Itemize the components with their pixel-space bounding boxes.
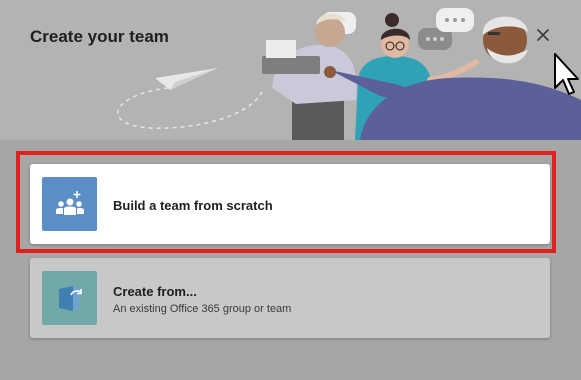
create-from-label: Create from... [113, 284, 197, 299]
copy-from-icon [42, 271, 97, 325]
build-from-scratch-option[interactable]: Build a team from scratch [30, 164, 550, 244]
team-illustration [117, 8, 581, 140]
close-icon[interactable] [532, 24, 554, 46]
mouse-pointer-icon [554, 53, 579, 95]
create-from-option[interactable]: Create from... An existing Office 365 gr… [30, 258, 550, 338]
dialog-header: Create your team [0, 0, 581, 140]
build-from-scratch-label: Build a team from scratch [113, 198, 273, 213]
dialog-title: Create your team [30, 27, 169, 46]
team-add-icon [42, 177, 97, 231]
create-from-description: An existing Office 365 group or team [113, 303, 292, 315]
